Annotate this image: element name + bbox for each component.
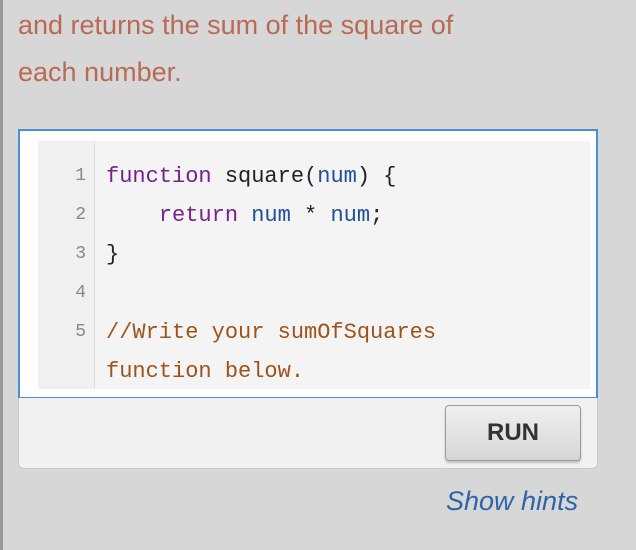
line-number: 1 <box>75 166 86 186</box>
code-token: num <box>317 164 357 189</box>
code-text[interactable]: return num * num; <box>106 196 383 235</box>
line-number: 2 <box>75 205 86 225</box>
line-number: 3 <box>75 244 86 264</box>
code-token: ; <box>370 203 384 228</box>
code-token: square( <box>211 164 318 189</box>
code-text[interactable]: function square(num) { <box>106 157 396 196</box>
code-text[interactable]: //Write your sumOfSquares <box>106 313 436 352</box>
code-editor-content[interactable]: 1 function square(num) {2 return num * nu… <box>38 141 590 389</box>
code-token: ) { <box>356 164 397 189</box>
page-left-edge <box>0 0 3 550</box>
line-number: 4 <box>75 283 86 303</box>
code-text[interactable]: function below. <box>106 352 304 391</box>
prompt-line-2: each number. <box>18 57 182 87</box>
run-button[interactable]: RUN <box>445 405 581 461</box>
code-token: num <box>330 203 371 228</box>
code-token: } <box>106 242 120 267</box>
exercise-prompt: and returns the sum of the square of eac… <box>18 2 618 96</box>
code-token: function <box>106 164 212 189</box>
code-token: //Write your sumOfSquares <box>106 320 437 345</box>
code-editor[interactable]: 1 function square(num) {2 return num * nu… <box>18 129 598 399</box>
code-text[interactable]: } <box>106 235 119 274</box>
line-number: 5 <box>75 322 86 342</box>
prompt-line-1: and returns the sum of the square of <box>18 10 454 40</box>
code-token: * <box>290 203 331 228</box>
code-token: return <box>158 203 239 228</box>
code-token: num <box>251 203 291 228</box>
show-hints-link[interactable]: Show hints <box>446 486 578 517</box>
code-token: function below. <box>106 359 305 384</box>
run-toolbar: RUN <box>18 398 598 469</box>
